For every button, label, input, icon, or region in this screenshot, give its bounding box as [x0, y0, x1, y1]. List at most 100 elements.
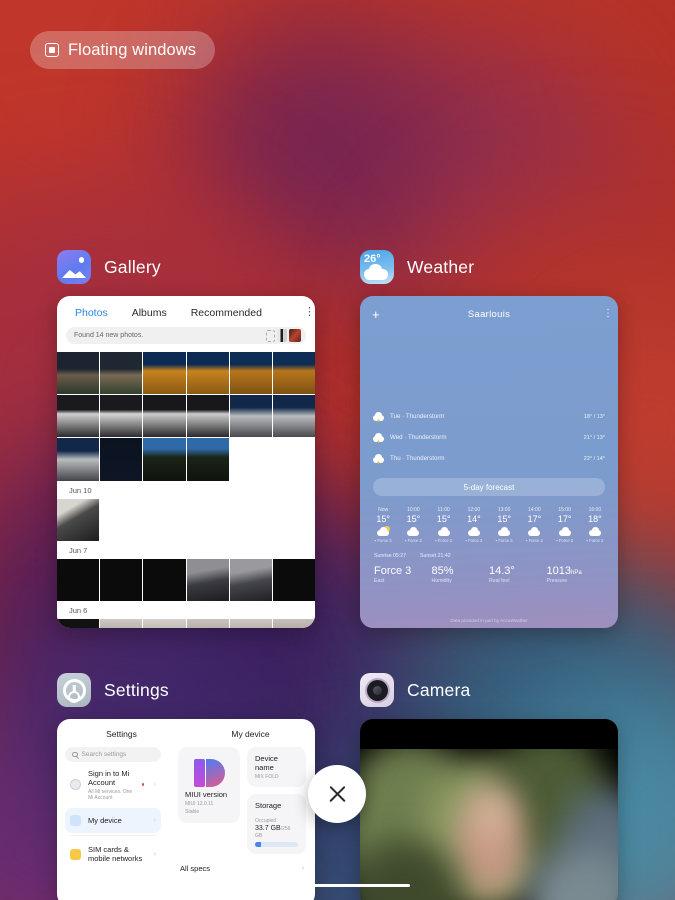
weather-stat-label: East	[374, 578, 385, 584]
weather-hour-cell[interactable]: 11:00 15° ▪ Force 2	[429, 507, 459, 543]
sunrise-text: Sunrise 05:27	[374, 553, 407, 559]
weather-hour-cell[interactable]: 13:00 15° ▪ Force 3	[489, 507, 519, 543]
weather-hourly-list[interactable]: Now 15° ▪ Force 3 10:00 15° ▪ Force 2 11:00 15°…	[360, 496, 618, 543]
photo-tile[interactable]	[143, 558, 186, 601]
photo-tile[interactable]	[186, 618, 229, 628]
weather-window[interactable]: + Saarlouis ⋮ Tue · Thunderstorm 18° / 13…	[360, 296, 618, 628]
photo-tile[interactable]	[186, 438, 229, 481]
floating-windows-screen: Floating windows Gallery Photos Albums R…	[0, 0, 675, 900]
photo-tile[interactable]	[186, 558, 229, 601]
photo-tile[interactable]	[229, 498, 272, 541]
app-card-weather[interactable]: 26° Weather + Saarlouis ⋮ Tue · Thunders…	[360, 250, 618, 628]
tab-recommended[interactable]: Recommended	[179, 307, 274, 319]
camera-window[interactable]	[360, 719, 618, 900]
photo-tile[interactable]	[272, 558, 315, 601]
photo-tile[interactable]	[100, 438, 143, 481]
app-card-camera[interactable]: Camera	[360, 673, 618, 900]
camera-icon[interactable]	[360, 673, 394, 707]
photo-tile[interactable]	[143, 618, 186, 628]
photo-tile[interactable]	[100, 352, 143, 395]
gallery-banner[interactable]: Found 14 new photos.	[66, 327, 306, 344]
photo-tile[interactable]	[272, 618, 315, 628]
weather-hour-label: 14:00	[528, 507, 541, 513]
sunset-text: Sunset 21:42	[420, 553, 451, 559]
weather-hour-cell[interactable]: Now 15° ▪ Force 3	[368, 507, 398, 543]
gallery-photo-grid-jun10[interactable]	[57, 498, 315, 541]
photo-tile[interactable]	[272, 395, 315, 438]
floating-windows-chip[interactable]: Floating windows	[30, 31, 216, 69]
photo-tile[interactable]	[186, 498, 229, 541]
device-name-card[interactable]: Device name MIX FOLD	[247, 747, 306, 787]
weather-day-row[interactable]: Tue · Thunderstorm 18° / 13°	[373, 406, 605, 427]
photo-tile[interactable]	[100, 558, 143, 601]
weather-stat-value: 14.3°	[489, 565, 515, 577]
app-card-gallery[interactable]: Gallery Photos Albums Recommended ⋮ Foun…	[57, 250, 315, 628]
gallery-photo-grid-jun7[interactable]	[57, 558, 315, 601]
photo-tile[interactable]	[143, 395, 186, 438]
gallery-photo-grid-jun6[interactable]	[57, 618, 315, 628]
photo-tile[interactable]	[57, 618, 100, 628]
gallery-icon[interactable]	[57, 250, 91, 284]
photo-tile[interactable]	[229, 395, 272, 438]
photo-tile[interactable]	[100, 395, 143, 438]
sidebar-item-my-device[interactable]: My device ›	[65, 807, 161, 833]
photo-tile[interactable]	[229, 352, 272, 395]
sidebar-item-mi-account[interactable]: Sign in to Mi Account All Mi services. O…	[65, 762, 161, 808]
photo-tile[interactable]	[100, 498, 143, 541]
five-day-forecast-button[interactable]: 5-day forecast	[373, 478, 605, 496]
close-all-button[interactable]	[308, 765, 366, 823]
tab-photos[interactable]: Photos	[63, 307, 120, 319]
app-card-settings[interactable]: Settings Settings My device Search setti…	[57, 673, 315, 900]
photo-tile[interactable]	[143, 352, 186, 395]
gallery-photo-grid[interactable]	[57, 352, 315, 481]
settings-window[interactable]: Settings My device Search settings Sign …	[57, 719, 315, 900]
weather-hour-wind: ▪ Force 2	[556, 538, 574, 543]
plus-icon[interactable]: +	[372, 308, 380, 321]
camera-viewfinder[interactable]	[360, 749, 618, 900]
weather-stat-label: Pressure	[546, 578, 568, 584]
tab-albums[interactable]: Albums	[120, 307, 179, 319]
photo-tile[interactable]	[143, 498, 186, 541]
photo-tile[interactable]	[186, 352, 229, 395]
weather-hour-cell[interactable]: 15:00 17° ▪ Force 2	[550, 507, 580, 543]
photo-tile[interactable]	[57, 438, 100, 481]
sidebar-item-sim-cards[interactable]: SIM cards & mobile networks ›	[65, 838, 161, 871]
weather-hour-cell[interactable]: 10:00 15° ▪ Force 2	[398, 507, 428, 543]
photo-tile[interactable]	[57, 498, 100, 541]
settings-left-pane[interactable]: Search settings Sign in to Mi Account Al…	[57, 747, 169, 900]
photo-tile[interactable]	[229, 438, 272, 481]
more-vertical-icon[interactable]: ⋮	[603, 309, 613, 319]
weather-day-row[interactable]: Wed · Thunderstorm 21° / 13°	[373, 427, 605, 448]
gallery-title: Gallery	[104, 256, 161, 277]
photo-tile[interactable]	[272, 498, 315, 541]
miui-version-card[interactable]: MIUI version MIUI 12.0.11 Stable	[178, 747, 240, 823]
photo-tile[interactable]	[57, 352, 100, 395]
more-vertical-icon[interactable]: ⋮	[304, 307, 315, 318]
gallery-window[interactable]: Photos Albums Recommended ⋮ Found 14 new…	[57, 296, 315, 628]
weather-hour-cell[interactable]: 14:00 17° ▪ Force 2	[519, 507, 549, 543]
weather-hour-cell[interactable]: 16:00 18° ▪ Force 2	[580, 507, 610, 543]
weather-hour-temp: 18°	[588, 514, 602, 524]
storage-card[interactable]: Storage Occupied 33.7 GB/256 GB	[247, 794, 306, 854]
gesture-bar[interactable]	[310, 884, 410, 887]
photo-tile[interactable]	[57, 558, 100, 601]
search-input[interactable]: Search settings	[65, 747, 161, 762]
all-specs-row[interactable]: All specs ›	[178, 854, 306, 873]
photo-tile[interactable]	[229, 558, 272, 601]
photo-tile[interactable]	[57, 395, 100, 438]
weather-icon[interactable]: 26°	[360, 250, 394, 284]
photo-tile[interactable]	[229, 618, 272, 628]
photo-tile[interactable]	[100, 618, 143, 628]
photo-tile[interactable]	[272, 352, 315, 395]
weather-stat-label: Humidity	[431, 578, 452, 584]
weather-hour-cell[interactable]: 12:00 14° ▪ Force 2	[459, 507, 489, 543]
weather-day-row[interactable]: Thu · Thunderstorm 22° / 14°	[373, 448, 605, 469]
photo-tile[interactable]	[186, 395, 229, 438]
photo-tile[interactable]	[143, 438, 186, 481]
cloud-icon	[588, 527, 601, 536]
settings-right-pane[interactable]: MIUI version MIUI 12.0.11 Stable Device …	[169, 747, 315, 900]
settings-icon[interactable]	[57, 673, 91, 707]
weather-hour-temp: 15°	[406, 514, 421, 524]
search-placeholder: Search settings	[81, 751, 127, 758]
photo-tile[interactable]	[272, 438, 315, 481]
